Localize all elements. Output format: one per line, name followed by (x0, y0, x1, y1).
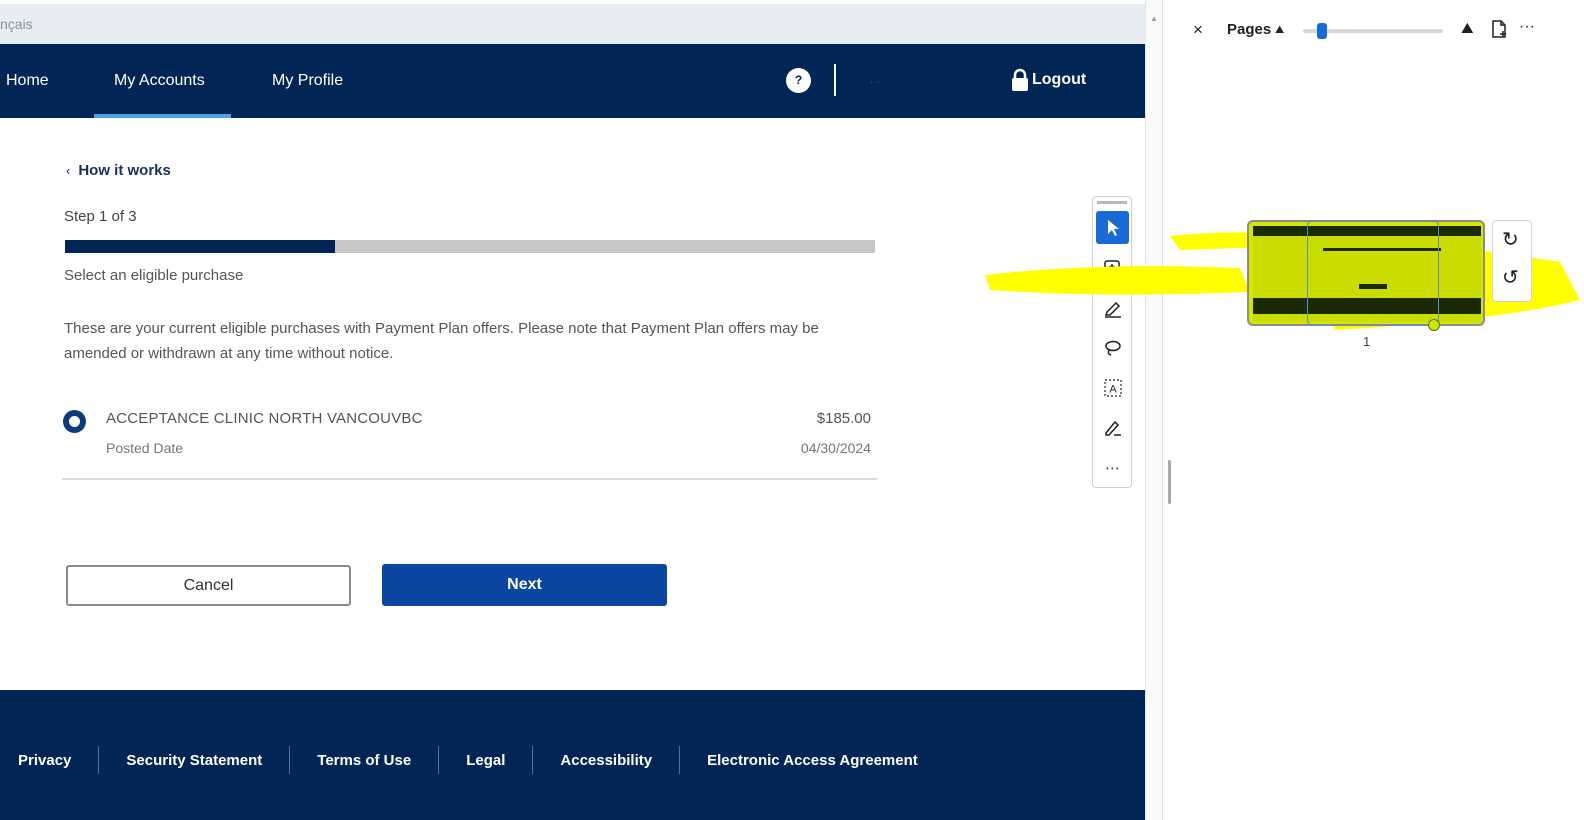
rotate-clockwise-icon[interactable]: ↻ (1502, 227, 1519, 252)
viewport-frame[interactable] (1307, 220, 1439, 326)
viewport-resize-handle[interactable] (1428, 319, 1440, 331)
rotate-counterclockwise-icon[interactable]: ↺ (1502, 265, 1519, 290)
rotate-controls: ↻ ↺ (1492, 220, 1532, 302)
yellow-highlight-annotation (985, 232, 1580, 330)
page-number: 1 (1363, 334, 1371, 349)
